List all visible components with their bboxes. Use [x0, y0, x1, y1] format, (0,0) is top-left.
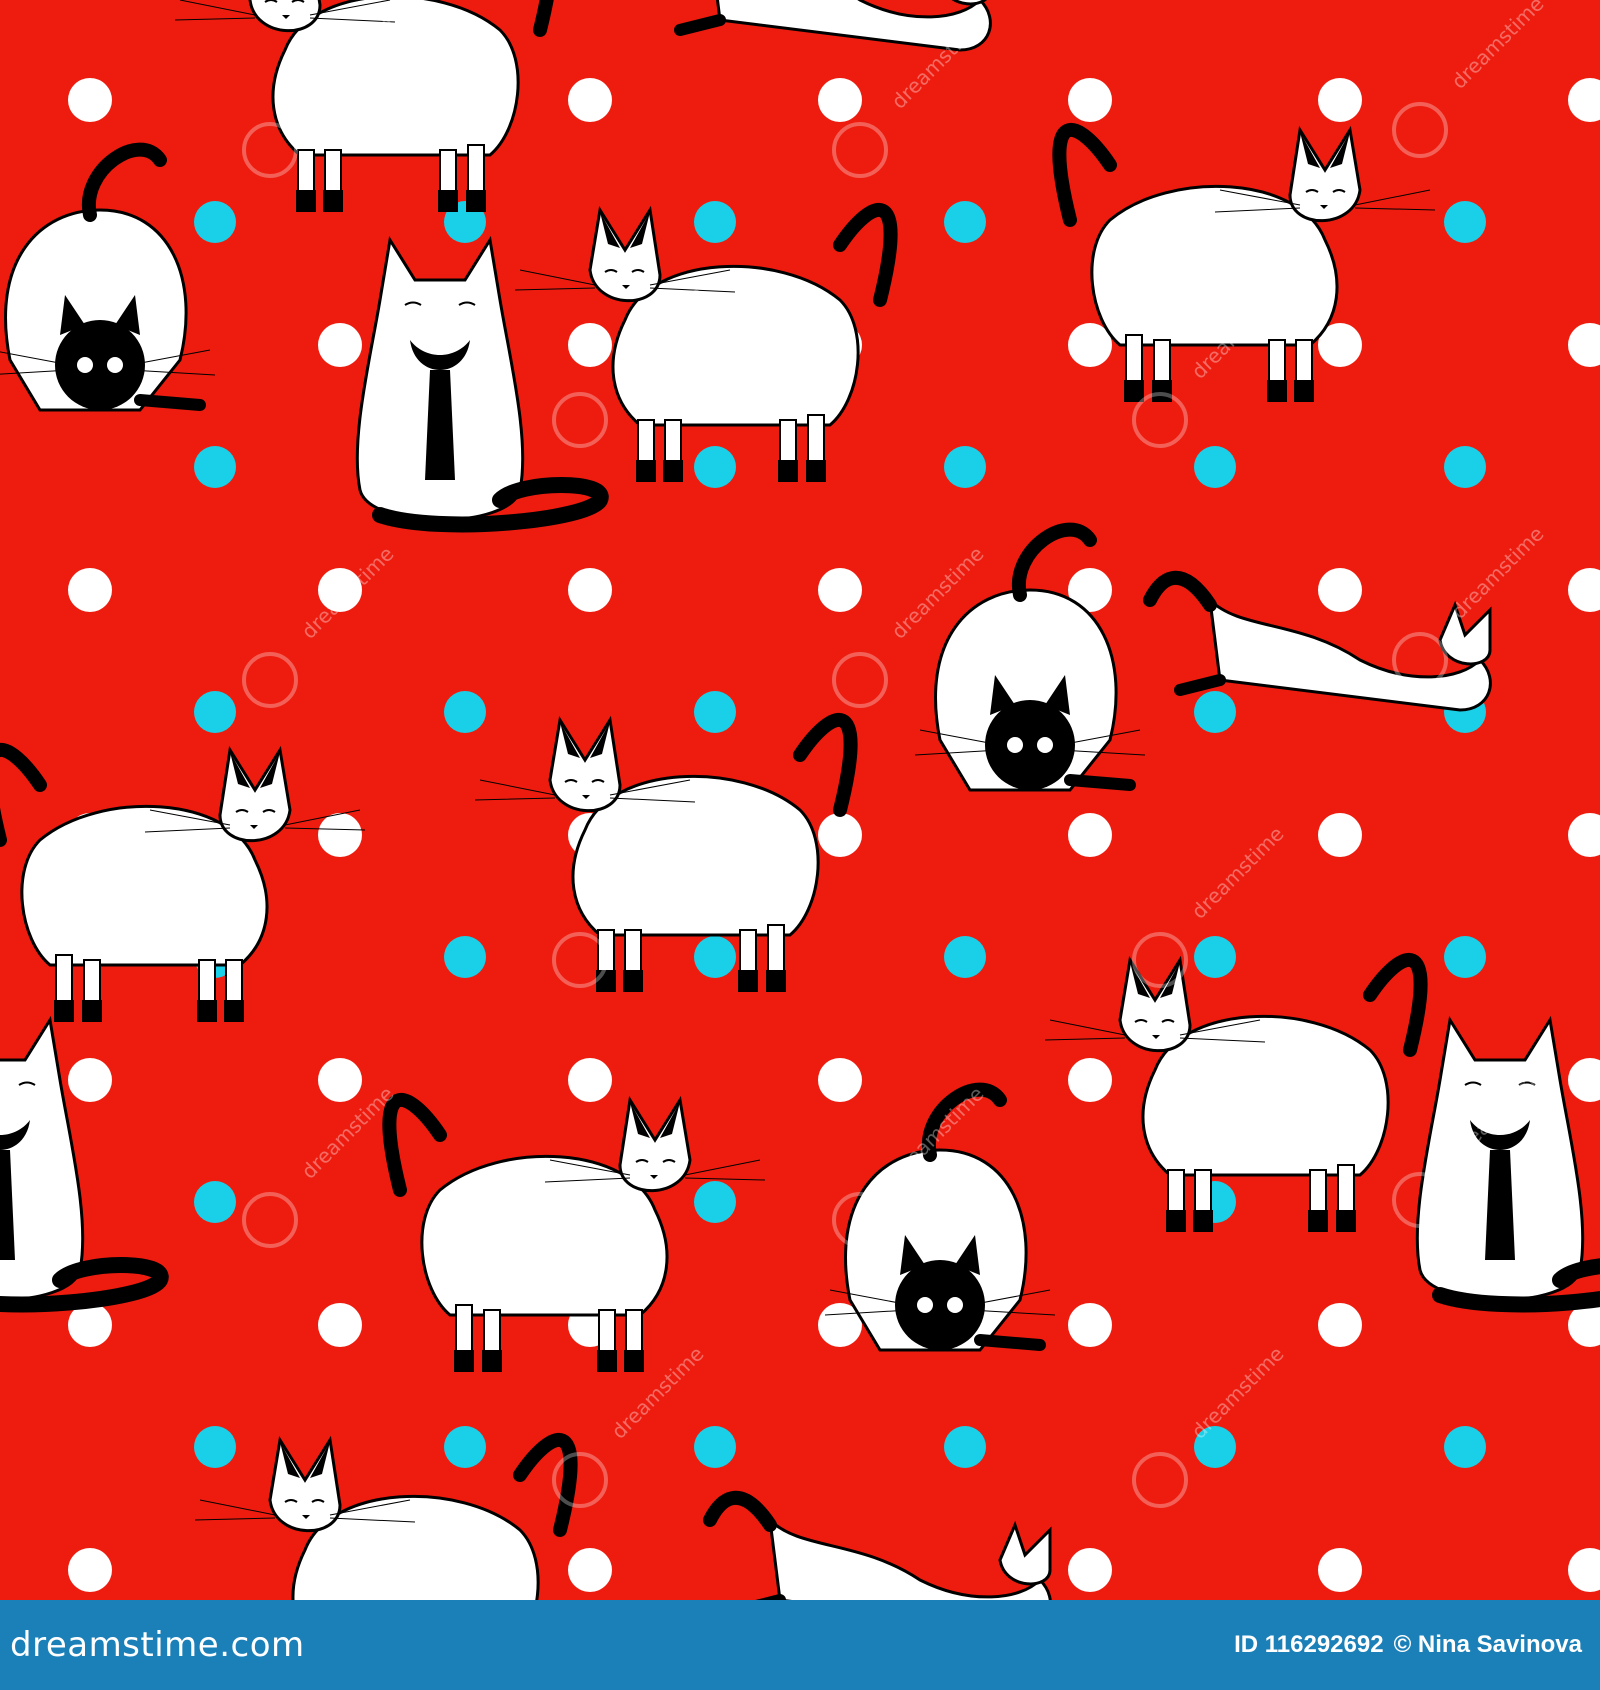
cyan-dot: [944, 936, 986, 978]
white-dot: [818, 568, 862, 612]
cyan-dot: [444, 936, 486, 978]
white-dot: [318, 1303, 362, 1347]
white-dot: [1318, 813, 1362, 857]
cyan-dot: [194, 201, 236, 243]
white-dot: [318, 813, 362, 857]
cyan-dot: [1444, 446, 1486, 488]
white-dot: [818, 813, 862, 857]
pattern-illustration: dreamstime dreamstime dreamstime dreamstime…: [0, 0, 1600, 1600]
white-dot: [68, 78, 112, 122]
white-dot: [568, 568, 612, 612]
cyan-dot: [194, 1426, 236, 1468]
white-dot: [68, 1058, 112, 1102]
cyan-dot: [1444, 936, 1486, 978]
white-dot: [568, 78, 612, 122]
footer-bar: dreamstime.com ID 116292692 © Nina Savin…: [0, 1600, 1600, 1690]
white-dot: [818, 78, 862, 122]
cyan-dot: [194, 691, 236, 733]
cyan-dot: [694, 691, 736, 733]
cyan-dot: [694, 1181, 736, 1223]
white-dot: [1068, 1303, 1112, 1347]
cyan-dot: [694, 936, 736, 978]
white-dot: [68, 1548, 112, 1592]
cyan-dot: [944, 446, 986, 488]
white-dot: [818, 1058, 862, 1102]
white-dot: [68, 568, 112, 612]
cyan-dot: [444, 691, 486, 733]
white-dot: [1318, 1303, 1362, 1347]
cyan-dot: [444, 1426, 486, 1468]
white-dot: [1318, 78, 1362, 122]
white-dot: [1318, 1548, 1362, 1592]
white-dot: [568, 1058, 612, 1102]
cyan-dot: [944, 201, 986, 243]
cyan-dot: [694, 446, 736, 488]
cyan-dot: [944, 1426, 986, 1468]
white-dot: [568, 323, 612, 367]
cyan-dot: [1444, 1426, 1486, 1468]
cyan-dot: [694, 201, 736, 243]
cyan-dot: [194, 446, 236, 488]
white-dot: [318, 1058, 362, 1102]
white-dot: [1068, 813, 1112, 857]
image-id: ID 116292692: [1234, 1631, 1384, 1658]
cyan-dot: [1444, 201, 1486, 243]
cyan-dot: [1194, 936, 1236, 978]
white-dot: [1068, 78, 1112, 122]
cyan-dot: [194, 1181, 236, 1223]
white-dot: [1318, 568, 1362, 612]
white-dot: [1068, 1548, 1112, 1592]
credit: ID 116292692 © Nina Savinova: [1234, 1631, 1582, 1659]
author-name: © Nina Savinova: [1393, 1631, 1582, 1658]
cyan-dot: [1194, 446, 1236, 488]
white-dot: [568, 1548, 612, 1592]
white-dot: [1068, 1058, 1112, 1102]
site-name[interactable]: dreamstime.com: [10, 1625, 305, 1665]
cyan-dot: [694, 1426, 736, 1468]
cyan-dot: [1194, 691, 1236, 733]
white-dot: [318, 323, 362, 367]
